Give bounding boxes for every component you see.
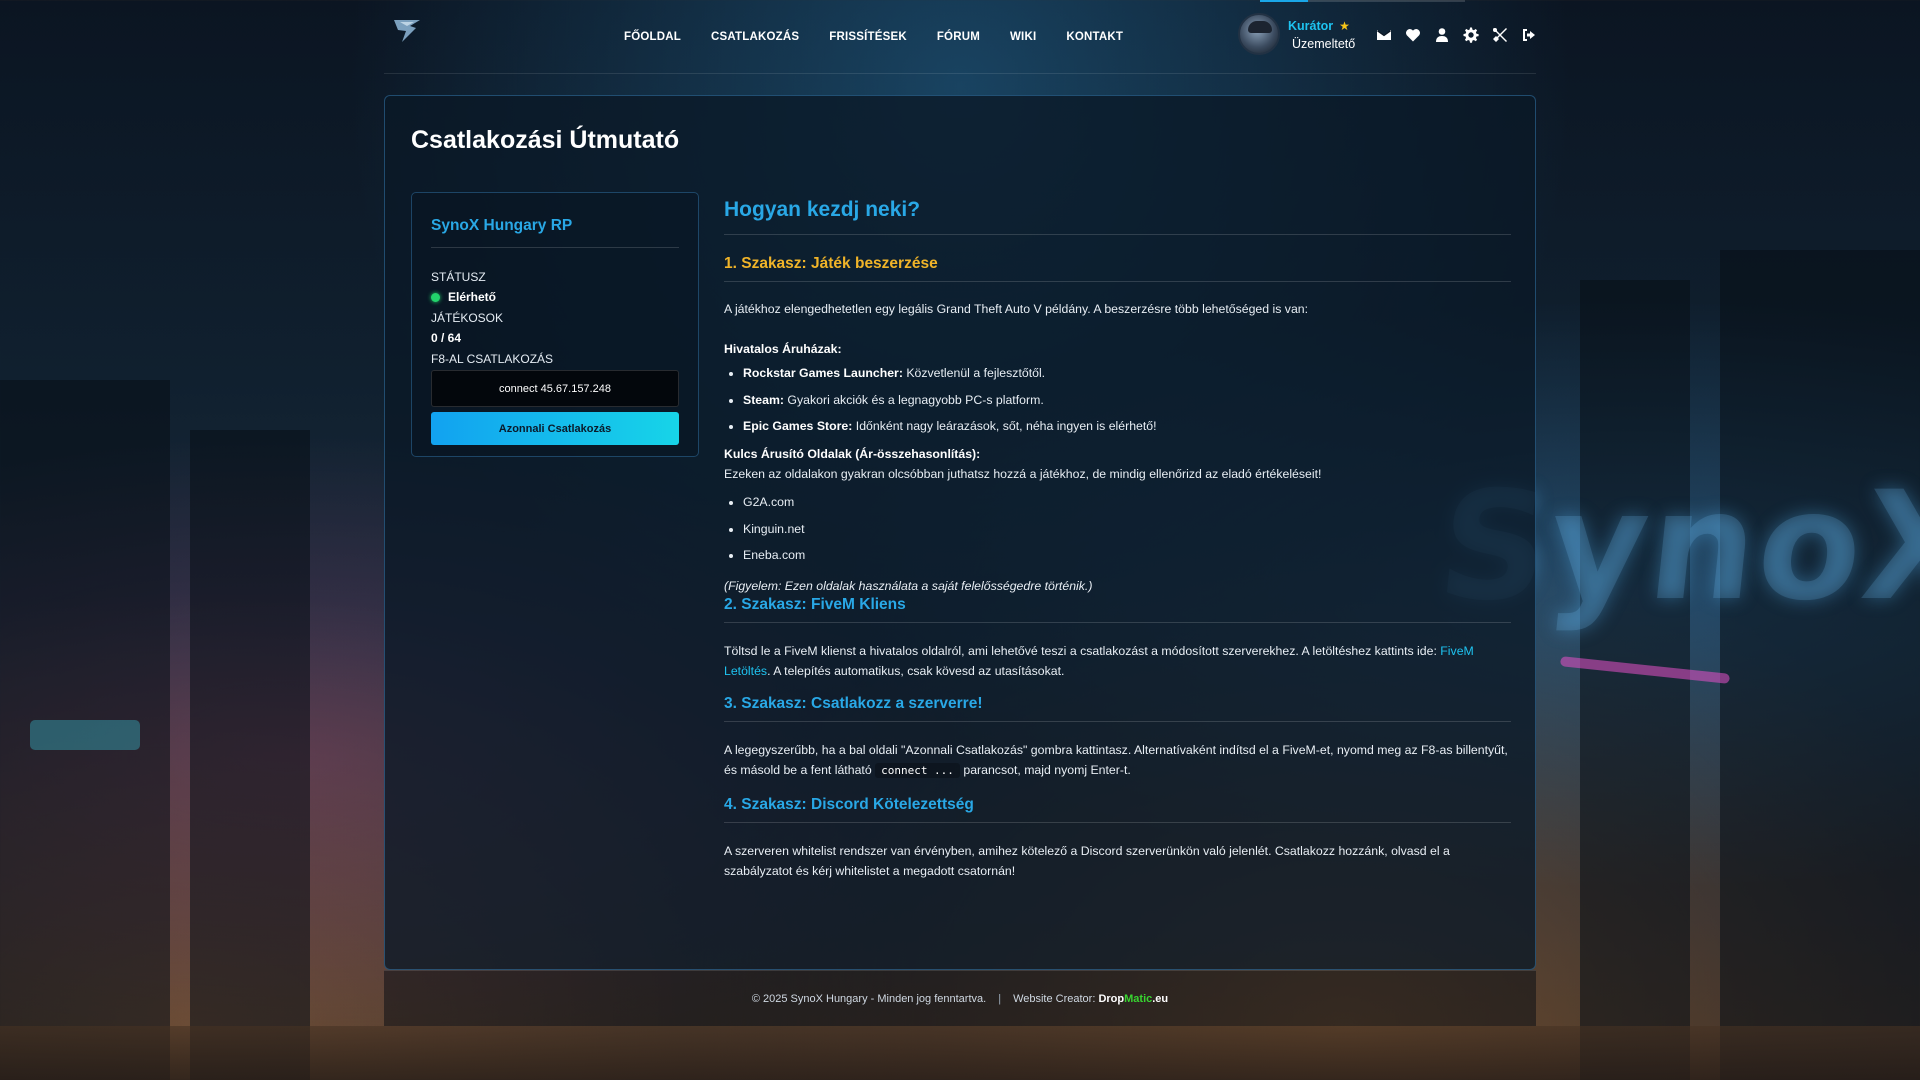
background-building bbox=[190, 430, 310, 1080]
copyright-text: © 2025 SynoX Hungary - Minden jog fennta… bbox=[751, 992, 987, 1005]
section-2-title: 2. Szakasz: FiveM Kliens bbox=[724, 596, 1511, 623]
join-now-button[interactable]: Azonnali Csatlakozás bbox=[431, 412, 679, 445]
section-3-text-end: parancsot, majd nyomj Enter-t. bbox=[959, 763, 1131, 777]
header-indicator bbox=[1260, 0, 1465, 2]
guide-title: Hogyan kezdj neki? bbox=[724, 192, 1511, 235]
user-name: Kurátor bbox=[1288, 18, 1334, 33]
section-3-text: A legegyszerűbb, ha a bal oldali "Azonna… bbox=[724, 740, 1511, 781]
official-stores-heading: Hivatalos Áruházak: bbox=[724, 342, 842, 356]
key-sites-intro: Ezeken az oldalakon gyakran olcsóbban ju… bbox=[724, 467, 1322, 481]
f8-label: F8-AL CSATLAKOZÁS bbox=[431, 352, 554, 366]
star-icon: ★ bbox=[1339, 18, 1350, 33]
section-2-text-end: . A telepítés automatikus, csak kövesd a… bbox=[767, 664, 1065, 678]
site-footer: © 2025 SynoX Hungary - Minden jog fennta… bbox=[384, 970, 1536, 1026]
connect-command-box[interactable]: connect 45.67.157.248 bbox=[431, 370, 679, 407]
creator-link[interactable]: DropMatic.eu bbox=[1098, 993, 1168, 1005]
key-sites-heading: Kulcs Árusító Oldalak (Ár-összehasonlítá… bbox=[724, 447, 981, 461]
server-status-panel: SynoX Hungary RP STÁTUSZ Elérhető JÁTÉKO… bbox=[411, 192, 699, 457]
players-value: 0 / 64 bbox=[431, 331, 462, 345]
store-name: Steam: bbox=[743, 392, 785, 407]
server-name: SynoX Hungary RP bbox=[431, 217, 679, 248]
list-item: Eneba.com bbox=[743, 545, 1511, 565]
store-name: Rockstar Games Launcher: bbox=[743, 366, 903, 380]
status-value: Elérhető bbox=[431, 290, 679, 304]
key-sites-list: G2A.com Kinguin.net Eneba.com bbox=[743, 492, 1511, 565]
connect-code-snippet: connect ... bbox=[875, 763, 960, 778]
user-icon[interactable] bbox=[1434, 27, 1450, 43]
store-desc: Gyakori akciók és a legnagyobb PC-s plat… bbox=[784, 392, 1044, 407]
site-header: FŐOLDAL CSATLAKOZÁS FRISSÍTÉSEK FÓRUM WI… bbox=[384, 0, 1536, 74]
nav-updates[interactable]: FRISSÍTÉSEK bbox=[814, 31, 922, 43]
nav-join[interactable]: CSATLAKOZÁS bbox=[696, 31, 814, 43]
nav-wiki[interactable]: WIKI bbox=[995, 31, 1051, 43]
background-neon-sign bbox=[30, 720, 140, 750]
background-building bbox=[1580, 280, 1690, 1080]
heart-icon[interactable] bbox=[1405, 27, 1421, 43]
nav-forum[interactable]: FÓRUM bbox=[922, 31, 995, 43]
list-item: Rockstar Games Launcher: Közvetlenül a f… bbox=[743, 363, 1511, 383]
store-desc: Közvetlenül a fejlesztőtől. bbox=[902, 366, 1046, 380]
section-4-title: 4. Szakasz: Discord Kötelezettség bbox=[724, 796, 1511, 823]
list-item: Epic Games Store: Időnként nagy leárazás… bbox=[743, 416, 1511, 436]
nav-contact[interactable]: KONTAKT bbox=[1051, 31, 1138, 43]
mail-icon[interactable] bbox=[1376, 27, 1392, 43]
footer-separator: | bbox=[998, 992, 1002, 1005]
warning-note: (Figyelem: Ezen oldalak használata a saj… bbox=[724, 579, 1093, 593]
page-title: Csatlakozási Útmutató bbox=[411, 126, 680, 154]
nav-home[interactable]: FŐOLDAL bbox=[609, 31, 696, 43]
status-text: Elérhető bbox=[448, 290, 497, 304]
section-3-title: 3. Szakasz: Csatlakozz a szerverre! bbox=[724, 695, 1511, 722]
creator-brand-part: Matic bbox=[1124, 992, 1153, 1005]
players-label: JÁTÉKOSOK bbox=[431, 311, 504, 325]
online-dot-icon bbox=[431, 292, 440, 302]
official-stores-list: Rockstar Games Launcher: Közvetlenül a f… bbox=[743, 363, 1511, 436]
section-2-text-start: Töltsd le a FiveM klienst a hivatalos ol… bbox=[724, 644, 1441, 658]
avatar[interactable] bbox=[1238, 13, 1280, 55]
logout-icon[interactable] bbox=[1521, 27, 1537, 43]
user-role: Üzemeltető bbox=[1292, 37, 1356, 52]
main-card: Csatlakozási Útmutató SynoX Hungary RP S… bbox=[384, 95, 1536, 970]
list-item: G2A.com bbox=[743, 492, 1511, 512]
store-name: Epic Games Store: bbox=[743, 419, 853, 433]
list-item: Steam: Gyakori akciók és a legnagyobb PC… bbox=[743, 390, 1511, 410]
background-bottom bbox=[0, 1026, 1920, 1080]
section-1-title: 1. Szakasz: Játék beszerzése bbox=[724, 255, 1511, 282]
creator-brand-part: .eu bbox=[1152, 992, 1169, 1005]
synox-logo-icon[interactable] bbox=[392, 16, 422, 46]
user-profile[interactable]: Kurátor ★ Üzemeltető bbox=[1238, 12, 1355, 56]
store-desc: Időnként nagy leárazások, sőt, néha ingy… bbox=[852, 419, 1157, 433]
guide-content: Hogyan kezdj neki? 1. Szakasz: Játék bes… bbox=[724, 192, 1511, 881]
main-nav: FŐOLDAL CSATLAKOZÁS FRISSÍTÉSEK FÓRUM WI… bbox=[609, 0, 1138, 74]
section-4-text: A szerveren whitelist rendszer van érvén… bbox=[724, 844, 1450, 878]
creator-label: Website Creator: bbox=[1013, 992, 1096, 1005]
section-1-intro: A játékhoz elengedhetetlen egy legális G… bbox=[724, 302, 1309, 316]
list-item: Kinguin.net bbox=[743, 519, 1511, 539]
section-2-text: Töltsd le a FiveM klienst a hivatalos ol… bbox=[724, 641, 1511, 681]
gear-icon[interactable] bbox=[1463, 27, 1479, 43]
background-building bbox=[1720, 250, 1920, 1080]
active-indicator bbox=[1260, 0, 1308, 2]
tools-icon[interactable] bbox=[1492, 27, 1508, 43]
status-label: STÁTUSZ bbox=[431, 270, 486, 284]
header-icons bbox=[1376, 27, 1537, 43]
user-info: Kurátor ★ Üzemeltető bbox=[1288, 15, 1355, 53]
creator-brand-part: Drop bbox=[1098, 992, 1125, 1005]
